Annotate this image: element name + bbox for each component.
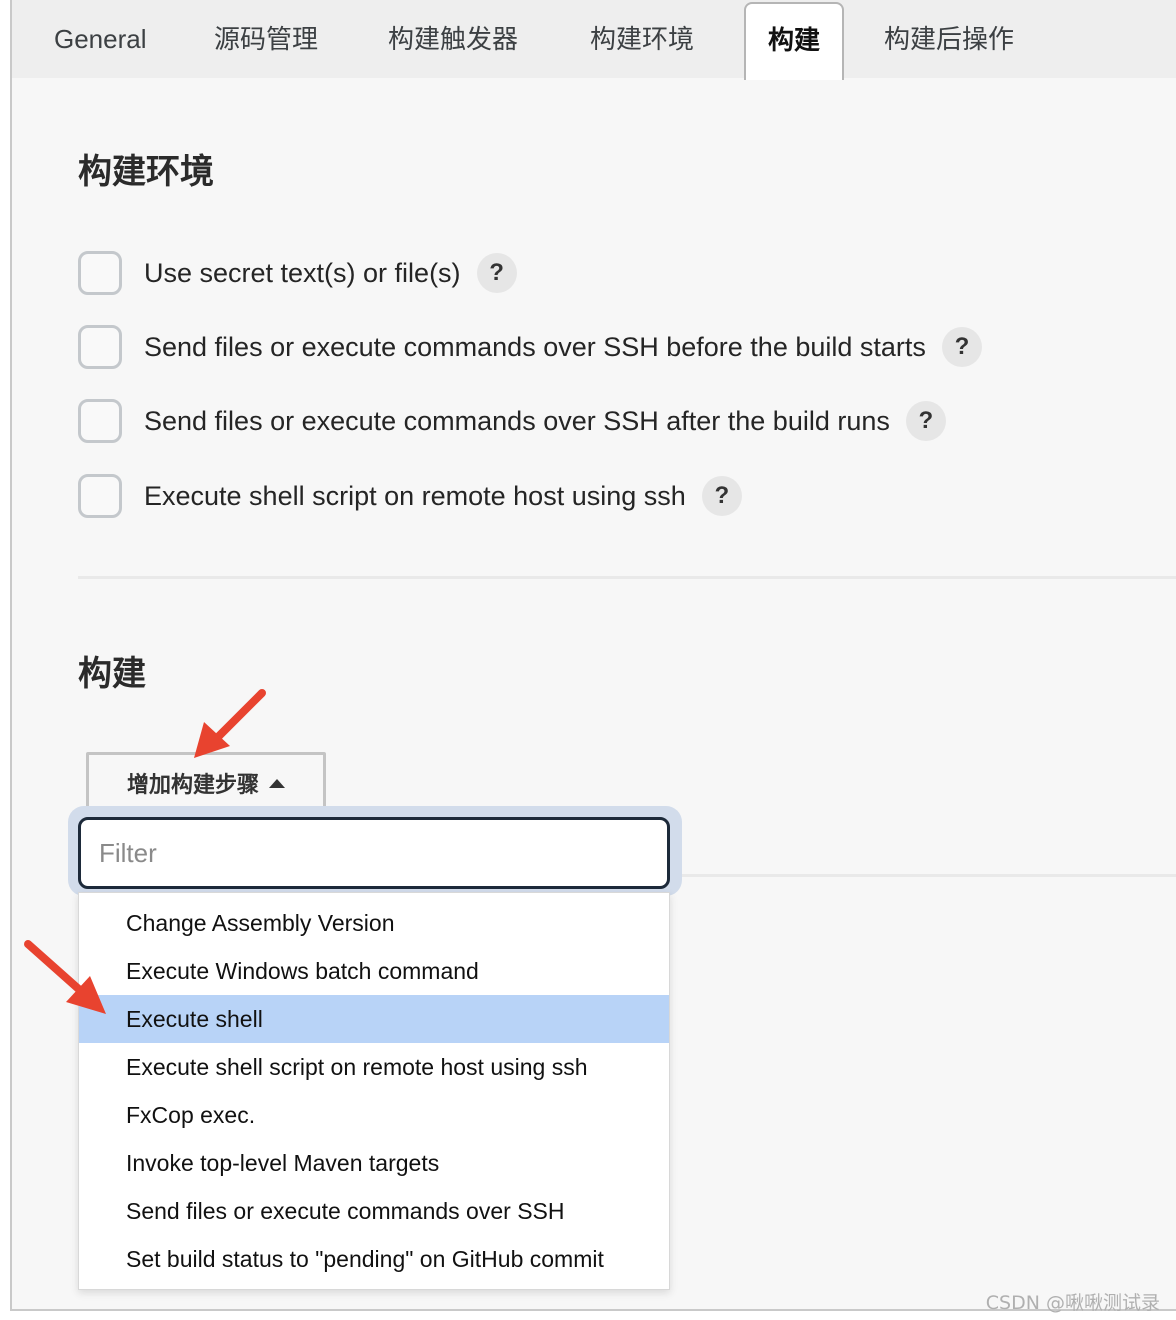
option-row-ssh-after: Send files or execute commands over SSH …: [78, 399, 946, 443]
menu-item-change-assembly-version[interactable]: Change Assembly Version: [79, 899, 669, 947]
watermark: CSDN @啾啾测试录: [985, 1292, 1160, 1314]
tab-post-build-actions[interactable]: 构建后操作: [884, 0, 1014, 76]
tab-build-triggers[interactable]: 构建触发器: [388, 0, 518, 76]
option-label: Send files or execute commands over SSH …: [144, 405, 890, 436]
option-row-remote-ssh-shell: Execute shell script on remote host usin…: [78, 474, 742, 518]
menu-item-fxcop-exec[interactable]: FxCop exec.: [79, 1091, 669, 1139]
build-environment-title: 构建环境: [78, 152, 214, 192]
option-label: Send files or execute commands over SSH …: [144, 331, 926, 362]
tab-source-control[interactable]: 源码管理: [214, 0, 318, 76]
menu-item-set-github-pending[interactable]: Set build status to "pending" on GitHub …: [79, 1235, 669, 1283]
build-step-menu: Change Assembly Version Execute Windows …: [78, 892, 670, 1290]
tab-build[interactable]: 构建: [744, 2, 844, 80]
option-row-secret-text: Use secret text(s) or file(s) ?: [78, 251, 517, 295]
help-icon[interactable]: ?: [701, 476, 742, 516]
menu-item-execute-windows-batch[interactable]: Execute Windows batch command: [79, 947, 669, 995]
tab-bar: General 源码管理 构建触发器 构建环境 构建 构建后操作: [12, 0, 1176, 80]
help-icon[interactable]: ?: [941, 327, 982, 367]
caret-up-icon: [269, 778, 285, 788]
menu-item-execute-shell[interactable]: Execute shell: [79, 995, 669, 1043]
tab-build-environment[interactable]: 构建环境: [590, 0, 694, 76]
config-page: General 源码管理 构建触发器 构建环境 构建 构建后操作 构建环境 Us…: [10, 0, 1176, 1311]
ssh-before-build-checkbox[interactable]: [78, 325, 122, 369]
filter-input[interactable]: [78, 817, 670, 889]
help-icon[interactable]: ?: [905, 401, 946, 441]
tab-general[interactable]: General: [54, 0, 147, 76]
option-label: Execute shell script on remote host usin…: [144, 480, 686, 511]
menu-item-invoke-maven-targets[interactable]: Invoke top-level Maven targets: [79, 1139, 669, 1187]
section-divider: [78, 576, 1176, 579]
remote-ssh-shell-checkbox[interactable]: [78, 474, 122, 518]
section-divider: [682, 874, 1176, 877]
annotation-arrow-icon: [194, 689, 266, 758]
secret-text-checkbox[interactable]: [78, 251, 122, 295]
option-row-ssh-before: Send files or execute commands over SSH …: [78, 325, 982, 369]
option-label: Use secret text(s) or file(s): [144, 257, 461, 288]
annotation-arrow-icon: [24, 940, 106, 1014]
add-build-step-label: 增加构建步骤: [126, 773, 259, 798]
build-section-title: 构建: [78, 654, 146, 694]
menu-item-send-files-ssh[interactable]: Send files or execute commands over SSH: [79, 1187, 669, 1235]
menu-item-execute-shell-remote-ssh[interactable]: Execute shell script on remote host usin…: [79, 1043, 669, 1091]
help-icon[interactable]: ?: [476, 253, 517, 293]
ssh-after-build-checkbox[interactable]: [78, 399, 122, 443]
